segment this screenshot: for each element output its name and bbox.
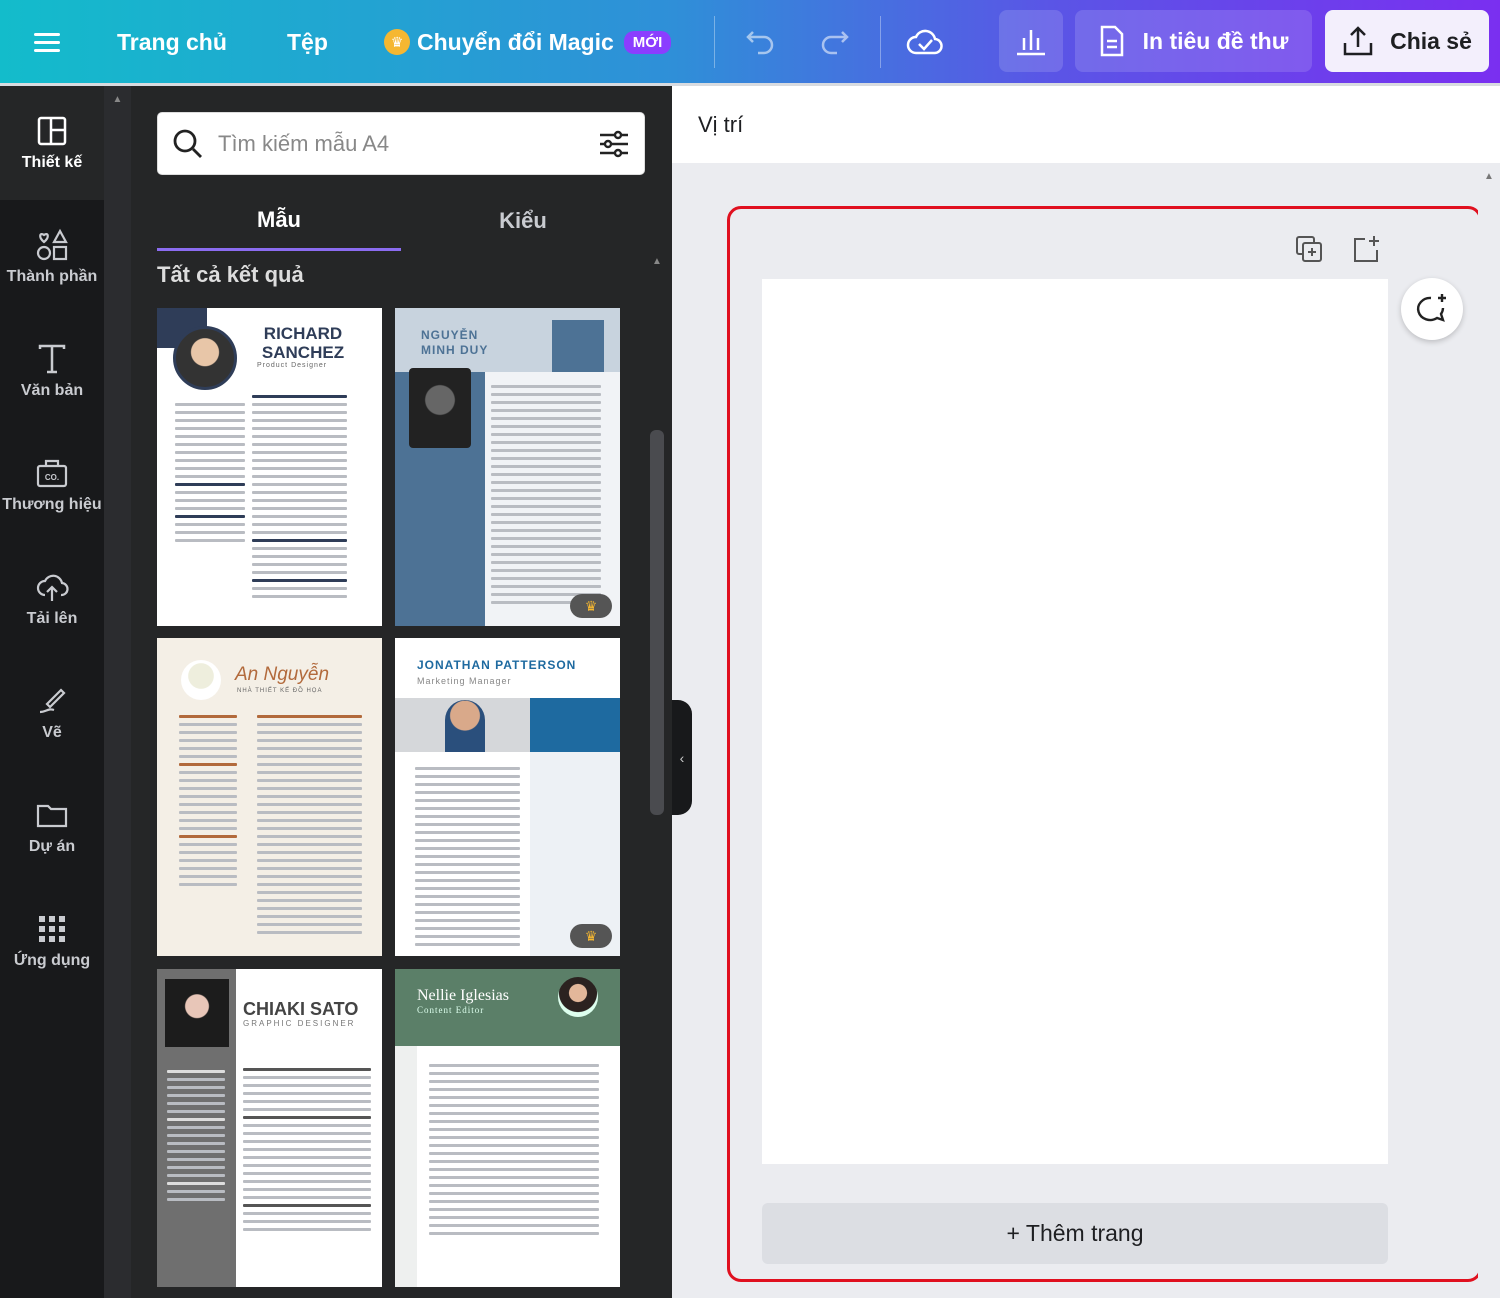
template-name: NGUYỄN MINH DUY: [421, 328, 489, 357]
new-badge: MỚI: [623, 30, 672, 54]
magic-switch-button[interactable]: ♛ Chuyển đổi Magic MỚI: [384, 0, 672, 84]
search-box: [157, 112, 645, 175]
print-label: In tiêu đề thư: [1142, 27, 1289, 54]
magic-label: Chuyển đổi Magic: [417, 28, 614, 55]
template-subtitle: Product Designer: [257, 362, 328, 369]
side-rail: Thiết kế Thành phần Văn bản CO. Thương hi…: [0, 86, 104, 1298]
search-icon: [173, 129, 202, 158]
template-name: An Nguyễn: [235, 664, 330, 685]
rail-label: Dự án: [28, 838, 76, 855]
template-card[interactable]: Nellie Iglesias Content Editor: [395, 969, 620, 1287]
template-name: Nellie Iglesias: [417, 987, 509, 1004]
add-comment-button[interactable]: [1401, 278, 1463, 340]
rail-item-elements[interactable]: Thành phần: [0, 200, 104, 314]
rail-item-apps[interactable]: Ứng dụng: [0, 884, 104, 998]
document-icon: [1100, 25, 1123, 57]
rail-item-projects[interactable]: Dự án: [0, 770, 104, 884]
rail-item-draw[interactable]: Vẽ: [0, 656, 104, 770]
results-heading: Tất cả kết quả: [157, 262, 304, 287]
apps-icon: [39, 916, 65, 942]
print-letterhead-button[interactable]: In tiêu đề thư: [1075, 10, 1312, 72]
template-name: RICHARD SANCHEZ: [261, 324, 345, 362]
template-subtitle: Marketing Manager: [417, 676, 512, 686]
premium-crown-icon: ♛: [570, 594, 612, 618]
layout-icon: [37, 116, 67, 146]
filter-icon[interactable]: [598, 129, 630, 159]
upload-icon: [1343, 26, 1373, 56]
search-input[interactable]: [218, 130, 584, 157]
cloud-upload-icon: [36, 574, 69, 601]
add-page-button[interactable]: + Thêm trang: [762, 1203, 1388, 1264]
rail-item-design[interactable]: Thiết kế: [0, 86, 104, 200]
share-button[interactable]: Chia sẻ: [1325, 10, 1489, 72]
panel-scrollbar[interactable]: ▲: [648, 256, 666, 1298]
template-card[interactable]: NGUYỄN MINH DUY ♛: [395, 308, 620, 626]
tab-templates[interactable]: Mẫu: [157, 191, 401, 251]
template-name: JONATHAN PATTERSON: [417, 658, 577, 672]
menu-icon[interactable]: [34, 0, 60, 84]
file-menu[interactable]: Tệp: [287, 0, 328, 84]
template-card[interactable]: JONATHAN PATTERSON Marketing Manager ♛: [395, 638, 620, 956]
undo-icon[interactable]: [745, 0, 777, 84]
template-card[interactable]: RICHARD SANCHEZ Product Designer: [157, 308, 382, 626]
template-subtitle: Content Editor: [417, 1005, 485, 1015]
brand-icon: CO.: [36, 459, 68, 488]
editor-header: Vị trí: [672, 86, 1500, 163]
rail-label: Thương hiệu: [2, 496, 102, 513]
rail-scrollbar[interactable]: ▲: [104, 86, 131, 1298]
template-card[interactable]: CHIAKI SATO GRAPHIC DESIGNER: [157, 969, 382, 1287]
design-page[interactable]: [762, 279, 1388, 1164]
svg-text:CO.: CO.: [45, 473, 59, 482]
rail-label: Thiết kế: [21, 154, 83, 171]
insights-button[interactable]: [999, 10, 1063, 72]
crown-icon: ♛: [384, 29, 410, 55]
redo-icon[interactable]: [818, 0, 850, 84]
duplicate-page-icon[interactable]: [1294, 234, 1324, 264]
template-name: CHIAKI SATO: [243, 999, 359, 1019]
template-subtitle: GRAPHIC DESIGNER: [243, 1019, 356, 1028]
home-link[interactable]: Trang chủ: [117, 0, 227, 84]
draw-icon: [39, 688, 66, 714]
text-icon: [38, 344, 66, 374]
rail-label: Văn bản: [20, 382, 84, 399]
folder-icon: [36, 804, 68, 828]
template-card[interactable]: An Nguyễn NHÀ THIẾT KẾ ĐỒ HỌA: [157, 638, 382, 956]
rail-label: Tải lên: [26, 610, 78, 627]
position-label[interactable]: Vị trí: [698, 112, 743, 138]
tab-styles[interactable]: Kiểu: [401, 191, 645, 251]
rail-item-uploads[interactable]: Tải lên: [0, 542, 104, 656]
canvas-scrollbar[interactable]: ▲: [1478, 163, 1500, 1298]
template-subtitle: NHÀ THIẾT KẾ ĐỒ HỌA: [237, 688, 323, 694]
cloud-saved-icon[interactable]: [906, 0, 944, 84]
bar-chart-icon: [1017, 30, 1045, 56]
premium-crown-icon: ♛: [570, 924, 612, 948]
top-toolbar: Trang chủ Tệp ♛ Chuyển đổi Magic MỚI In …: [0, 0, 1500, 86]
rail-label: Vẽ: [42, 724, 62, 741]
rail-item-brand[interactable]: CO. Thương hiệu: [0, 428, 104, 542]
rail-label: Ứng dụng: [13, 952, 91, 969]
rail-item-text[interactable]: Văn bản: [0, 314, 104, 428]
rail-label: Thành phần: [6, 268, 98, 285]
templates-panel: Mẫu Kiểu Tất cả kết quả RICHARD SANCHEZ …: [131, 86, 672, 1298]
shapes-icon: [36, 228, 68, 261]
share-label: Chia sẻ: [1390, 27, 1472, 54]
collapse-panel-button[interactable]: ‹: [672, 700, 692, 815]
add-page-icon[interactable]: [1351, 234, 1381, 264]
comment-plus-icon: [1416, 294, 1446, 322]
